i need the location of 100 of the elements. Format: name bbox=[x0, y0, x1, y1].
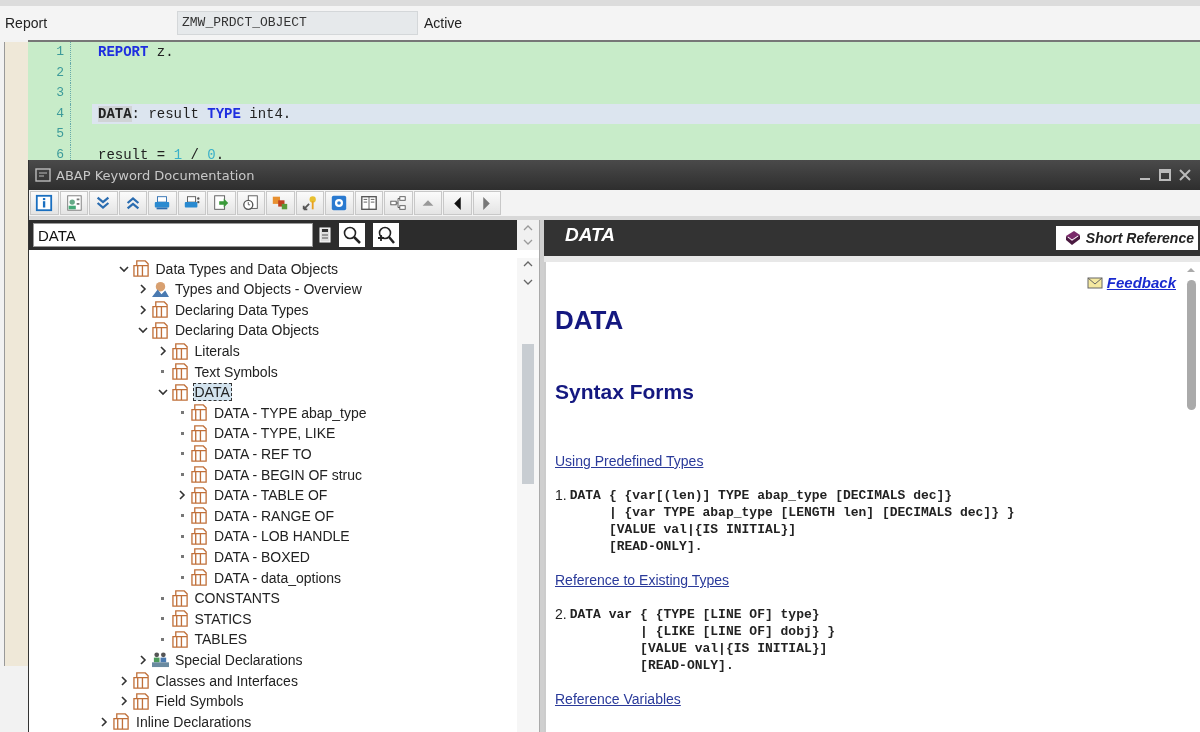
syntax-line: [READ-ONLY]. bbox=[608, 538, 704, 555]
page-heading: DATA bbox=[555, 305, 624, 336]
syntax-line: { {var[(len)] TYPE abap_type [DECIMALS dec]} bbox=[608, 487, 954, 504]
person-landscape-icon bbox=[151, 280, 170, 298]
settings-button[interactable] bbox=[325, 191, 354, 215]
tree-item[interactable]: DATA - BEGIN OF struc bbox=[212, 465, 365, 484]
tree-item[interactable]: Data Types and Data Objects bbox=[153, 259, 341, 278]
chevron-right-icon[interactable] bbox=[177, 490, 187, 501]
info-icon bbox=[35, 194, 54, 212]
syntax-line: | {var TYPE abap_type [LENGTH len] [DECIMALS dec]} } bbox=[608, 504, 1015, 521]
chevron-right-icon[interactable] bbox=[99, 716, 109, 727]
people-desk-icon bbox=[151, 651, 170, 669]
expand-all-button[interactable] bbox=[89, 191, 118, 215]
book-icon bbox=[170, 363, 190, 381]
chevron-down-icon[interactable] bbox=[157, 387, 168, 398]
tree-item[interactable]: Declaring Data Objects bbox=[173, 321, 321, 340]
forward-button[interactable] bbox=[472, 191, 501, 215]
tree-item[interactable]: DATA - LOB HANDLE bbox=[212, 527, 352, 546]
report-label: Report bbox=[4, 15, 49, 31]
syntax-form-link[interactable]: Using Predefined Types bbox=[555, 453, 704, 469]
chevron-right-icon[interactable] bbox=[138, 284, 148, 295]
scrollbar-thumb[interactable] bbox=[522, 344, 534, 485]
syntax-line: | {LIKE [LINE OF] dobj} } bbox=[640, 623, 836, 640]
book-icon bbox=[190, 466, 209, 484]
search-field[interactable]: DATA bbox=[33, 223, 313, 248]
print-settings-button[interactable] bbox=[177, 191, 206, 215]
chevron-right-icon[interactable] bbox=[138, 304, 148, 315]
tree-structure-icon bbox=[389, 194, 408, 212]
book-icon bbox=[190, 507, 209, 525]
code-line: REPORT z. bbox=[98, 44, 174, 61]
scroll-up-icon[interactable] bbox=[523, 260, 533, 269]
syntax-form-link[interactable]: Reference to Existing Types bbox=[555, 572, 730, 588]
settings-icon bbox=[330, 194, 349, 212]
book-icon bbox=[190, 424, 209, 442]
chevron-right-icon[interactable] bbox=[157, 346, 168, 356]
chevron-right-icon[interactable] bbox=[138, 654, 148, 665]
status-text: Active bbox=[424, 15, 463, 31]
tree-item[interactable]: Special Declarations bbox=[173, 650, 305, 669]
scroll-down-icon[interactable] bbox=[523, 278, 533, 287]
tree-item[interactable]: DATA - TABLE OF bbox=[212, 486, 330, 505]
tree-item[interactable]: CONSTANTS bbox=[192, 589, 282, 608]
book-icon bbox=[190, 445, 209, 463]
tree-item[interactable]: DATA bbox=[192, 383, 232, 402]
chevron-right-icon[interactable] bbox=[118, 675, 129, 686]
tree-item[interactable]: STATICS bbox=[192, 609, 254, 628]
tree-item[interactable]: DATA - RANGE OF bbox=[212, 506, 337, 525]
close-icon[interactable] bbox=[1178, 168, 1192, 182]
chevron-right-icon[interactable] bbox=[118, 696, 129, 707]
book-icon bbox=[170, 342, 190, 360]
search-icon bbox=[342, 225, 362, 246]
tree-item[interactable]: Literals bbox=[192, 342, 242, 360]
syntax-line: [VALUE val|{IS INITIAL}] bbox=[640, 640, 829, 657]
book-icon bbox=[359, 194, 378, 212]
book-icon bbox=[190, 486, 209, 504]
document-clock-icon bbox=[241, 194, 260, 212]
maximize-icon[interactable] bbox=[1158, 168, 1172, 182]
scrollbar-thumb[interactable] bbox=[1186, 280, 1196, 410]
syntax-form-link[interactable]: Reference Variables bbox=[555, 691, 681, 707]
tree-item[interactable]: DATA - data_options bbox=[212, 568, 344, 587]
back-button[interactable] bbox=[443, 191, 472, 215]
key-button[interactable] bbox=[295, 191, 324, 215]
syntax-line: { {TYPE [LINE OF] type} bbox=[640, 606, 821, 623]
search-more-button[interactable] bbox=[373, 223, 399, 248]
short-reference-button[interactable]: Short Reference bbox=[1055, 226, 1198, 250]
structure-button[interactable] bbox=[384, 191, 413, 215]
tree-item[interactable]: DATA - REF TO bbox=[212, 445, 314, 463]
tree-item[interactable]: DATA - TYPE, LIKE bbox=[212, 424, 338, 443]
book-button[interactable] bbox=[354, 191, 383, 215]
topic-title: DATA bbox=[564, 224, 615, 246]
tree-item[interactable]: Classes and Interfaces bbox=[153, 671, 300, 690]
export-button[interactable] bbox=[207, 191, 236, 215]
book-icon bbox=[170, 630, 190, 648]
document-info-button[interactable] bbox=[236, 191, 265, 215]
syntax-keyword: DATA var bbox=[569, 607, 633, 624]
tree-item[interactable]: Inline Declarations bbox=[134, 712, 254, 731]
window-title: ABAP Keyword Documentation bbox=[56, 167, 256, 183]
chevron-down-icon[interactable] bbox=[118, 263, 129, 274]
tree-item[interactable]: Text Symbols bbox=[192, 362, 280, 381]
search-button[interactable] bbox=[339, 223, 365, 248]
form-number: 1. bbox=[555, 487, 567, 505]
window-icon bbox=[35, 168, 51, 182]
user-card-button[interactable] bbox=[59, 191, 88, 215]
collapse-all-button[interactable] bbox=[118, 191, 147, 215]
book-icon bbox=[131, 672, 151, 689]
syntax-line: [READ-ONLY]. bbox=[640, 657, 735, 674]
tree-item[interactable]: DATA - BOXED bbox=[212, 547, 312, 566]
book-icon bbox=[1063, 230, 1082, 246]
tree-item[interactable]: DATA - TYPE abap_type bbox=[212, 403, 369, 422]
info-button[interactable] bbox=[30, 191, 59, 215]
tree-item[interactable]: TABLES bbox=[192, 630, 250, 649]
tree-item[interactable]: Types and Objects - Overview bbox=[173, 280, 364, 299]
document-icon[interactable] bbox=[319, 227, 331, 244]
chevron-down-icon[interactable] bbox=[138, 325, 148, 336]
feedback-link[interactable]: Feedback bbox=[1106, 274, 1176, 291]
print-button[interactable] bbox=[148, 191, 177, 215]
tree-item[interactable]: Field Symbols bbox=[153, 692, 246, 711]
tree-item[interactable]: Declaring Data Types bbox=[173, 300, 311, 319]
book-icon bbox=[190, 548, 209, 566]
program-name-field[interactable]: ZMW_PRDCT_OBJECT bbox=[177, 11, 418, 35]
book-icon bbox=[170, 610, 190, 628]
